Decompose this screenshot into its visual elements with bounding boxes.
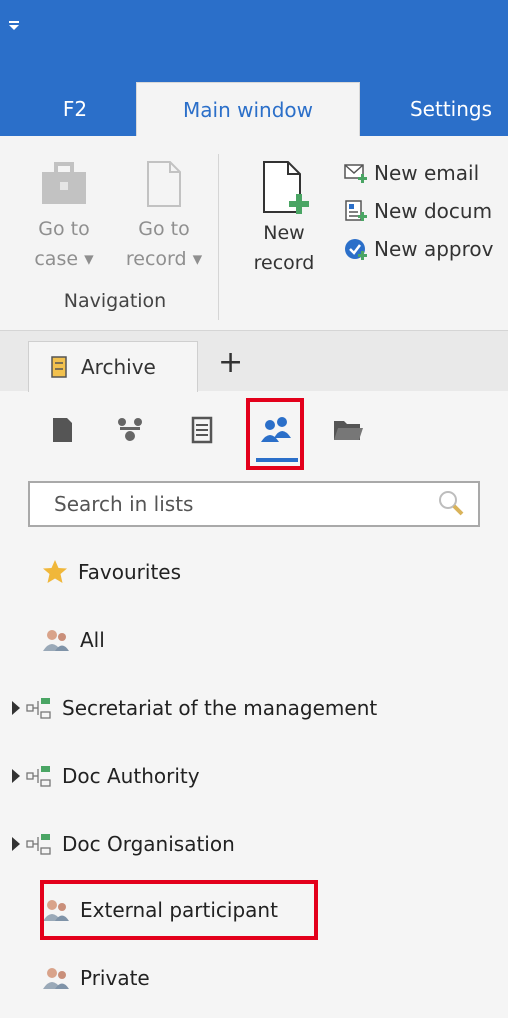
all-label: All	[80, 628, 105, 652]
org-chart-view-icon[interactable]	[112, 412, 148, 448]
list-item-doc-authority[interactable]: Doc Authority	[12, 756, 200, 796]
expand-arrow-icon[interactable]	[12, 701, 20, 715]
list-item-all[interactable]: All	[42, 620, 105, 660]
add-tab-button[interactable]: +	[218, 343, 243, 383]
secretariat-label: Secretariat of the management	[62, 696, 378, 720]
new-email-label: New email	[374, 161, 480, 185]
search-input[interactable]	[28, 481, 480, 527]
org-unit-icon	[26, 834, 51, 855]
go-to-record-button[interactable]: Go to record ▾	[116, 160, 212, 274]
new-record-button[interactable]: New record	[240, 160, 328, 278]
ribbon-divider	[218, 154, 219, 320]
archive-tab-label: Archive	[81, 355, 156, 379]
quick-access-dropdown-icon[interactable]	[8, 20, 20, 32]
folders-view-icon[interactable]	[330, 412, 366, 448]
list-item-favourites[interactable]: Favourites	[42, 552, 181, 592]
doc-organisation-label: Doc Organisation	[62, 832, 235, 856]
tab-archive[interactable]: Archive	[28, 341, 198, 392]
tab-settings[interactable]: Settings	[396, 82, 506, 136]
new-document-label: New docum	[374, 199, 493, 223]
list-item-secretariat[interactable]: Secretariat of the management	[12, 688, 377, 728]
title-bar	[0, 0, 508, 82]
ribbon-tab-bar: F2 Main window Settings	[0, 82, 508, 136]
expand-arrow-icon[interactable]	[12, 837, 20, 851]
external-participant-highlight-box	[40, 880, 318, 940]
new-approval-button[interactable]: New approv	[344, 232, 493, 266]
document-icon	[147, 161, 181, 207]
list-view-icon[interactable]	[184, 412, 220, 448]
archive-icon	[51, 356, 67, 378]
org-unit-icon	[26, 698, 51, 719]
go-to-record-label-1: Go to	[138, 218, 190, 240]
ribbon: Go to case ▾ Go to record ▾ Navigation N…	[0, 136, 508, 331]
favourites-label: Favourites	[78, 560, 182, 584]
records-view-icon[interactable]	[44, 412, 80, 448]
tab-f2[interactable]: F2	[40, 82, 110, 136]
new-email-button[interactable]: New email	[344, 156, 479, 190]
users-icon	[43, 630, 69, 651]
go-to-record-label-2: record ▾	[125, 248, 203, 270]
search-icon[interactable]	[436, 488, 466, 518]
new-document-icon	[345, 200, 367, 221]
private-label: Private	[80, 966, 150, 990]
go-to-case-label-2: case ▾	[34, 248, 94, 270]
document-tab-bar: Archive +	[0, 331, 508, 392]
users-icon	[43, 968, 69, 989]
new-record-label-1: New	[263, 222, 305, 244]
doc-authority-label: Doc Authority	[62, 764, 200, 788]
expand-arrow-icon[interactable]	[12, 769, 20, 783]
briefcase-icon	[42, 162, 86, 204]
list-item-private[interactable]: Private	[42, 958, 150, 998]
list-item-doc-organisation[interactable]: Doc Organisation	[12, 824, 235, 864]
navigation-group-label: Navigation	[63, 290, 167, 312]
new-document-button[interactable]: New docum	[344, 194, 492, 228]
new-record-label-2: record	[253, 252, 315, 274]
go-to-case-label-1: Go to	[38, 218, 90, 240]
go-to-case-button[interactable]: Go to case ▾	[24, 160, 104, 274]
tab-main-window[interactable]: Main window	[136, 82, 360, 136]
active-view-underline	[256, 458, 298, 462]
new-approval-label: New approv	[374, 237, 494, 261]
email-icon	[344, 164, 367, 183]
approval-check-icon	[345, 239, 367, 260]
new-record-icon	[263, 161, 309, 214]
star-icon	[43, 560, 67, 583]
org-unit-icon	[26, 766, 51, 787]
